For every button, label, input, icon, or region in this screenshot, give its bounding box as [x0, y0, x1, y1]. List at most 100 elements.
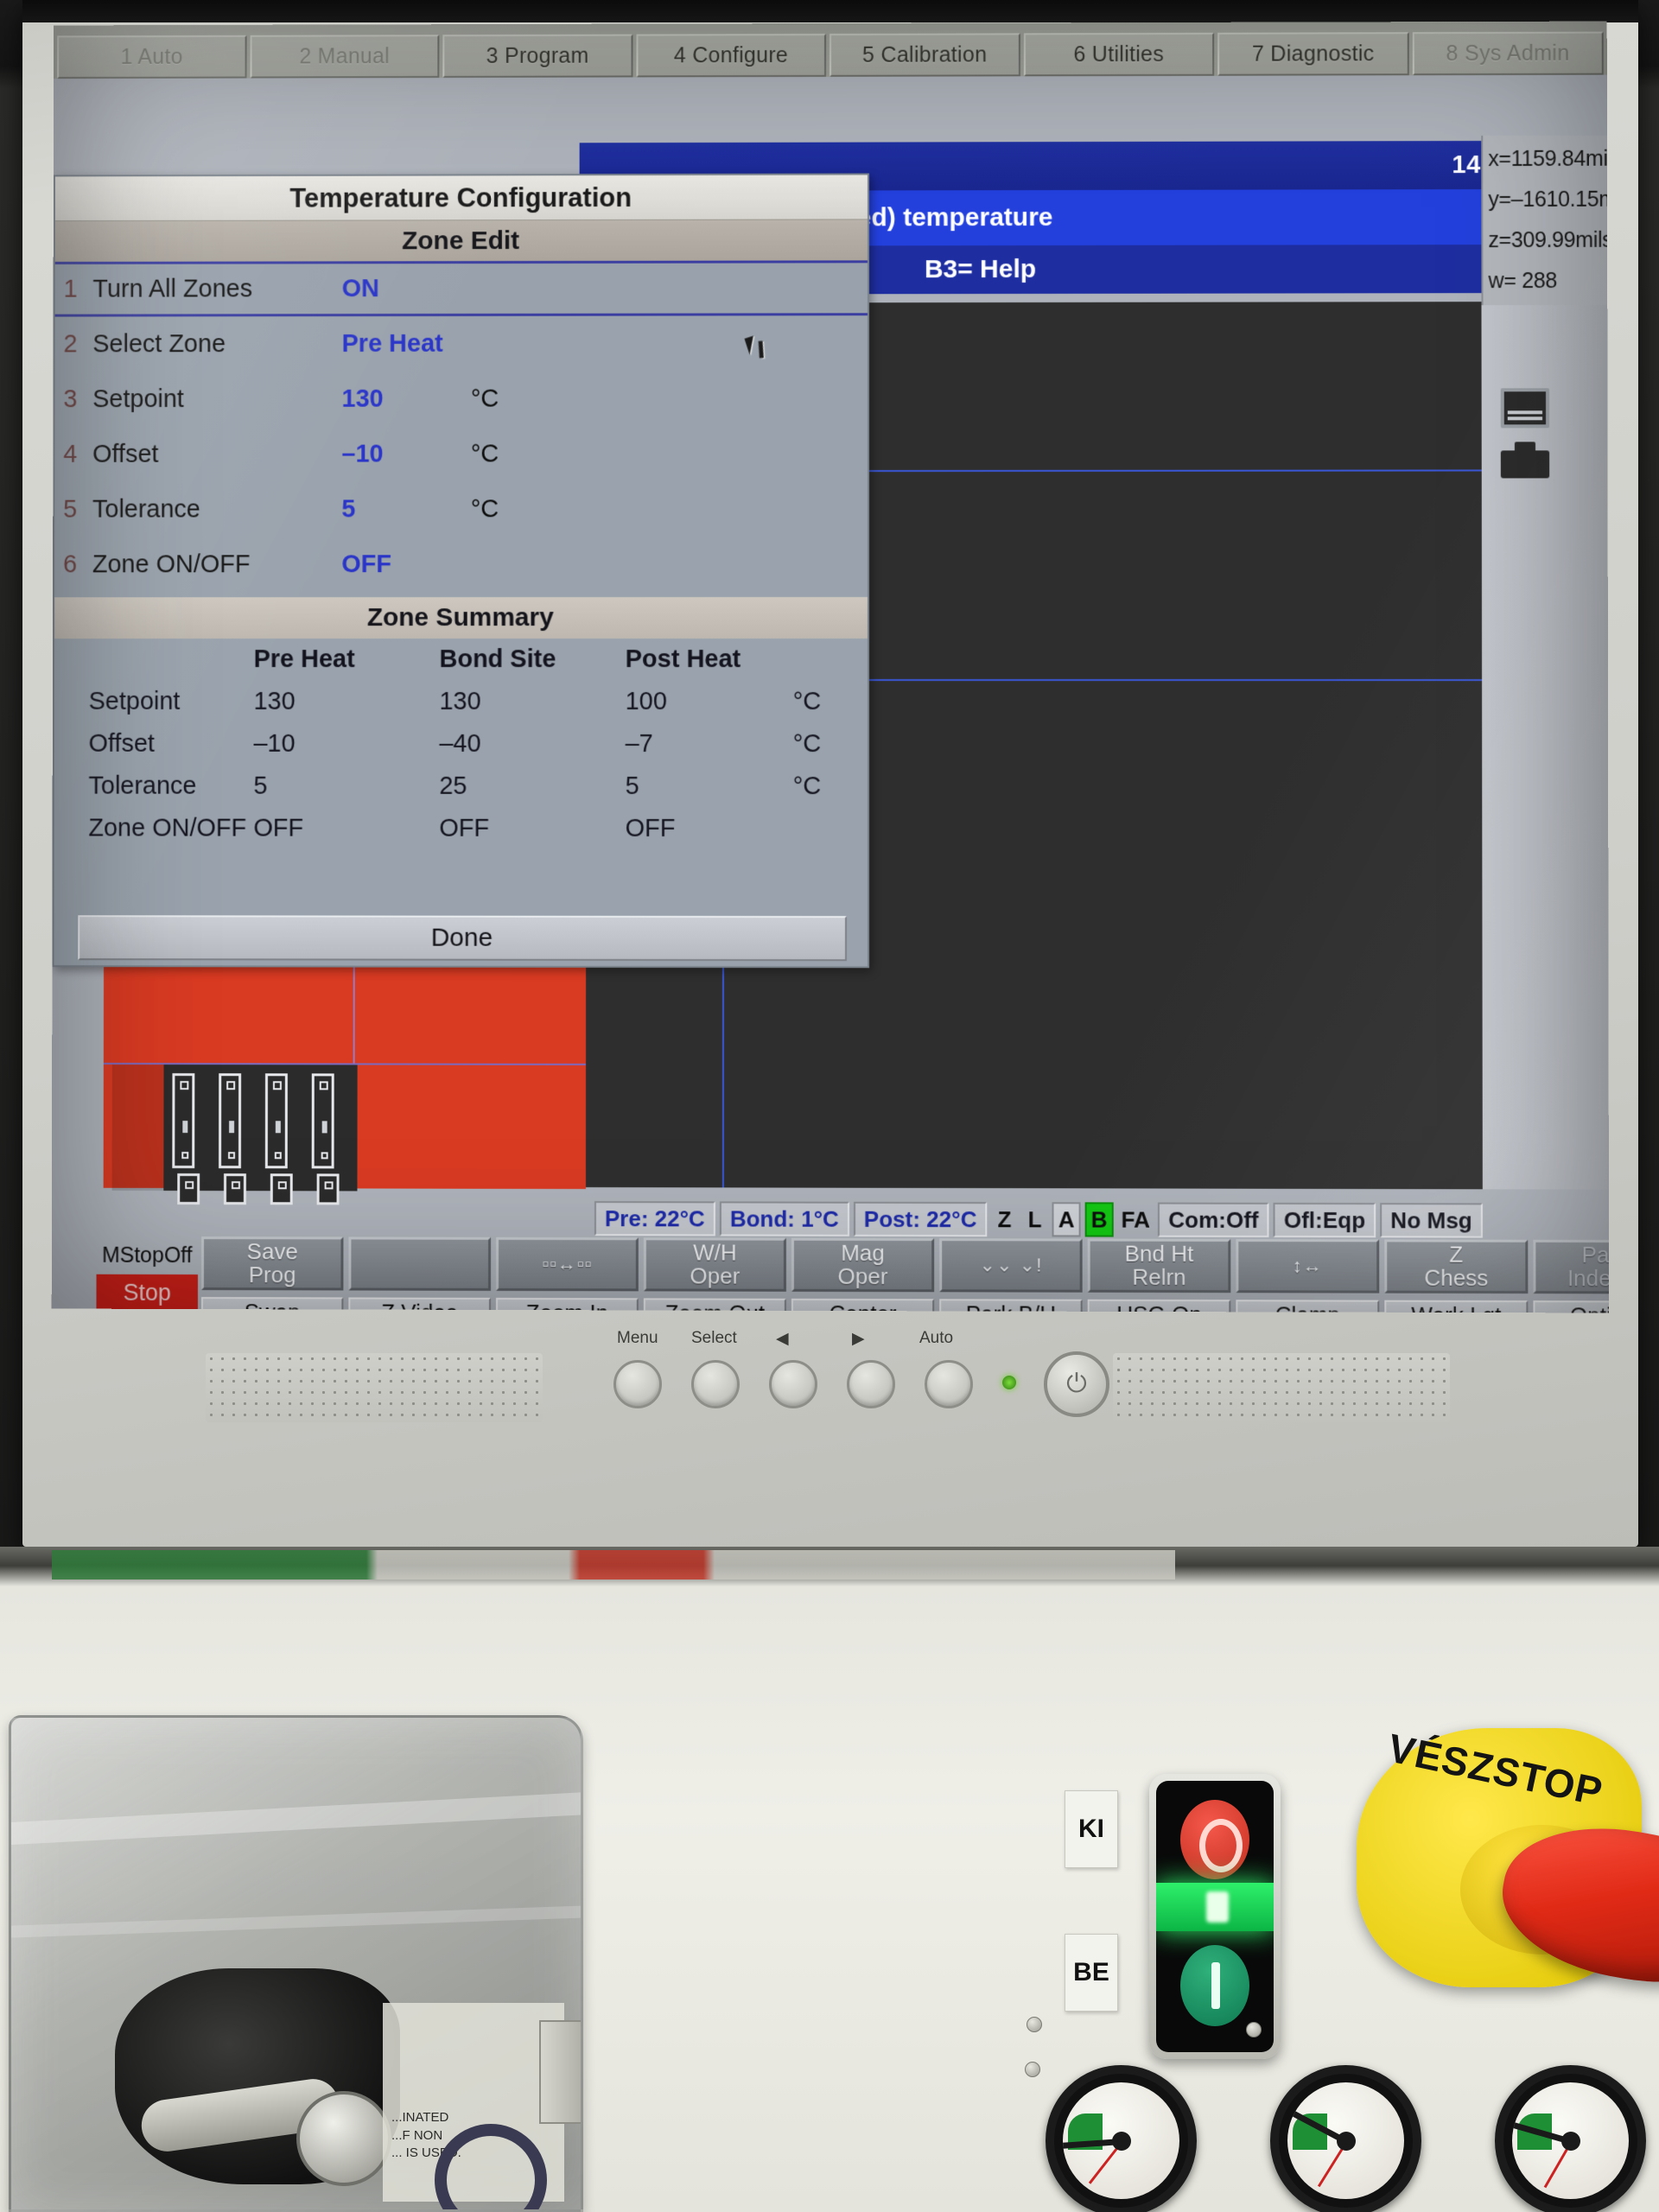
lead-finger-lower: [177, 1173, 200, 1205]
osd-select-button[interactable]: [691, 1360, 740, 1408]
row-value[interactable]: 130: [341, 385, 470, 413]
photograph-of-wire-bonder-machine: 1 Auto 2 Manual 3 Program 4 Configure 5 …: [0, 0, 1659, 2212]
row-offset[interactable]: 4 Offset –10 °C: [54, 426, 868, 482]
flag-l: L: [1027, 1205, 1042, 1232]
tab-label: 1 Auto: [120, 44, 183, 69]
emergency-stop-assembly[interactable]: VÉSZSTOP: [1357, 1725, 1659, 2013]
z-chess-button[interactable]: Z Chess: [1384, 1239, 1529, 1294]
tab-program[interactable]: 3 Program: [442, 34, 633, 78]
tab-configure[interactable]: 4 Configure: [635, 33, 827, 78]
label-ki: KI: [1065, 1790, 1118, 1868]
cell-unit: [793, 808, 868, 850]
swap-units-button[interactable]: ▫▫↔▫▫: [496, 1236, 639, 1292]
monitor-icon[interactable]: [1501, 388, 1549, 428]
gauge-face: [1063, 2082, 1179, 2199]
gauge-hub: [1560, 2131, 1580, 2151]
save-prog-button[interactable]: Save Prog: [200, 1236, 344, 1291]
pressure-gauge: [1270, 2065, 1421, 2212]
row-value[interactable]: OFF: [341, 550, 470, 579]
screw: [1025, 2062, 1040, 2077]
swap-units-icon: ▫▫↔▫▫: [542, 1253, 593, 1275]
coordinate-x: x=1159.84mils: [1488, 146, 1610, 172]
row-number: 1: [63, 275, 78, 303]
row-value[interactable]: ON: [342, 275, 471, 303]
row-tolerance[interactable]: 5 Tolerance 5 °C: [54, 481, 868, 537]
done-button[interactable]: Done: [78, 915, 848, 962]
row-value[interactable]: 5: [341, 495, 470, 524]
power-on-button-icon[interactable]: [1180, 1945, 1249, 2026]
row-value[interactable]: –10: [341, 440, 470, 468]
cell-bond-site: 25: [439, 772, 467, 800]
osd-right-button[interactable]: [847, 1360, 895, 1408]
osd-select-label: Select: [691, 1329, 737, 1347]
map-shade-region: [111, 1064, 164, 1191]
park-indexer-button[interactable]: Park Indexer: [1533, 1239, 1610, 1294]
row-turn-all-zones[interactable]: 1 Turn All Zones ON: [54, 260, 868, 317]
blank-button[interactable]: [348, 1236, 492, 1291]
power-on-off-switch[interactable]: [1149, 1774, 1281, 2059]
adjustment-knob[interactable]: [296, 2091, 391, 2186]
column-header-bond-site: Bond Site: [439, 645, 556, 673]
tool-tip-icon: ⌄⌄ ⌄!: [979, 1254, 1043, 1276]
pressure-gauge-group: [1020, 2056, 1659, 2212]
coordinate-readout-panel: x=1159.84mils y=–1610.15mils z=309.99mil…: [1481, 135, 1610, 306]
lead-finger: [219, 1073, 242, 1169]
tool-tip-button[interactable]: ⌄⌄ ⌄!: [939, 1238, 1083, 1293]
column-header-post-heat: Post Heat: [625, 645, 741, 673]
osd-auto-button[interactable]: [925, 1360, 973, 1408]
tab-manual[interactable]: 2 Manual: [250, 35, 440, 79]
tab-diagnostic[interactable]: 7 Diagnostic: [1217, 32, 1409, 76]
osd-left-button[interactable]: [769, 1360, 817, 1408]
screw: [1027, 2017, 1042, 2032]
axis-move-button[interactable]: ↕↔: [1236, 1238, 1380, 1294]
row-zone-on-off[interactable]: 6 Zone ON/OFF OFF: [54, 537, 868, 592]
row-value[interactable]: Pre Heat: [342, 329, 471, 358]
column-header-blank: [54, 639, 254, 681]
warning-label: ...INATED ...F NON... IS USED.: [383, 2003, 564, 2209]
cell-label: Tolerance: [88, 772, 197, 800]
button-line2: Indexer: [1567, 1265, 1610, 1292]
osd-left-label: ◀: [776, 1330, 789, 1348]
tab-sys-admin[interactable]: 8 Sys Admin: [1412, 31, 1604, 76]
function-key-row-top: Save Prog ▫▫↔▫▫ W/H Oper Mag Oper ⌄⌄ ⌄! …: [200, 1236, 1610, 1294]
main-tab-bar: 1 Auto 2 Manual 3 Program 4 Configure 5 …: [54, 21, 1607, 79]
cell-post-heat: 5: [625, 772, 639, 800]
row-label: Turn All Zones: [92, 274, 253, 303]
lead-finger-lower: [316, 1173, 340, 1205]
gauge-face: [1512, 2082, 1629, 2199]
row-setpoint[interactable]: 3 Setpoint 130 °C: [54, 371, 868, 427]
tab-calibration[interactable]: 5 Calibration: [830, 33, 1020, 77]
tab-auto[interactable]: 1 Auto: [57, 35, 247, 79]
lead-finger: [264, 1073, 288, 1169]
camera-icon[interactable]: [1501, 440, 1549, 480]
monitor-power-button[interactable]: ⏻: [1044, 1351, 1109, 1417]
monitor-top-bezel: [22, 0, 1638, 22]
stop-indicator[interactable]: Stop: [96, 1274, 199, 1312]
device-map-view[interactable]: [103, 955, 587, 1205]
tab-label: 2 Manual: [299, 43, 391, 68]
machine-state-indicators: MStopOff Stop AutoIndx: [96, 1236, 199, 1313]
gauge-hub: [1111, 2131, 1131, 2151]
b3-help-softkey[interactable]: B3= Help: [925, 255, 1036, 284]
bond-height-relearn-button[interactable]: Bnd Ht Relrn: [1087, 1238, 1231, 1294]
row-label: Zone ON/OFF: [92, 550, 251, 578]
status-msg: No Msg: [1380, 1203, 1483, 1238]
power-led-indicator: [1002, 1376, 1016, 1389]
status-ofl: Ofl:Eqp: [1273, 1202, 1376, 1238]
mag-oper-button[interactable]: Mag Oper: [791, 1237, 935, 1293]
screw: [1246, 2022, 1262, 2037]
zone-edit-section-title: Zone Edit: [54, 219, 868, 264]
cover-latch[interactable]: [539, 2020, 581, 2124]
coordinate-w: w= 288: [1488, 268, 1557, 294]
power-off-button-icon[interactable]: [1180, 1800, 1249, 1879]
osd-menu-button[interactable]: [613, 1360, 662, 1408]
button-line2: Relrn: [1132, 1263, 1186, 1291]
right-icon-strip: LTO ⚷: [1481, 304, 1610, 1190]
tab-label: 6 Utilities: [1073, 41, 1165, 67]
cell-post-heat: 100: [625, 687, 667, 715]
tab-utilities[interactable]: 6 Utilities: [1023, 32, 1215, 77]
cell-unit: °C: [792, 772, 822, 801]
colored-indicator-strip: [52, 1550, 1175, 1580]
wh-oper-button[interactable]: W/H Oper: [643, 1237, 786, 1292]
transparent-safety-cover[interactable]: ...INATED ...F NON... IS USED.: [9, 1715, 583, 2212]
